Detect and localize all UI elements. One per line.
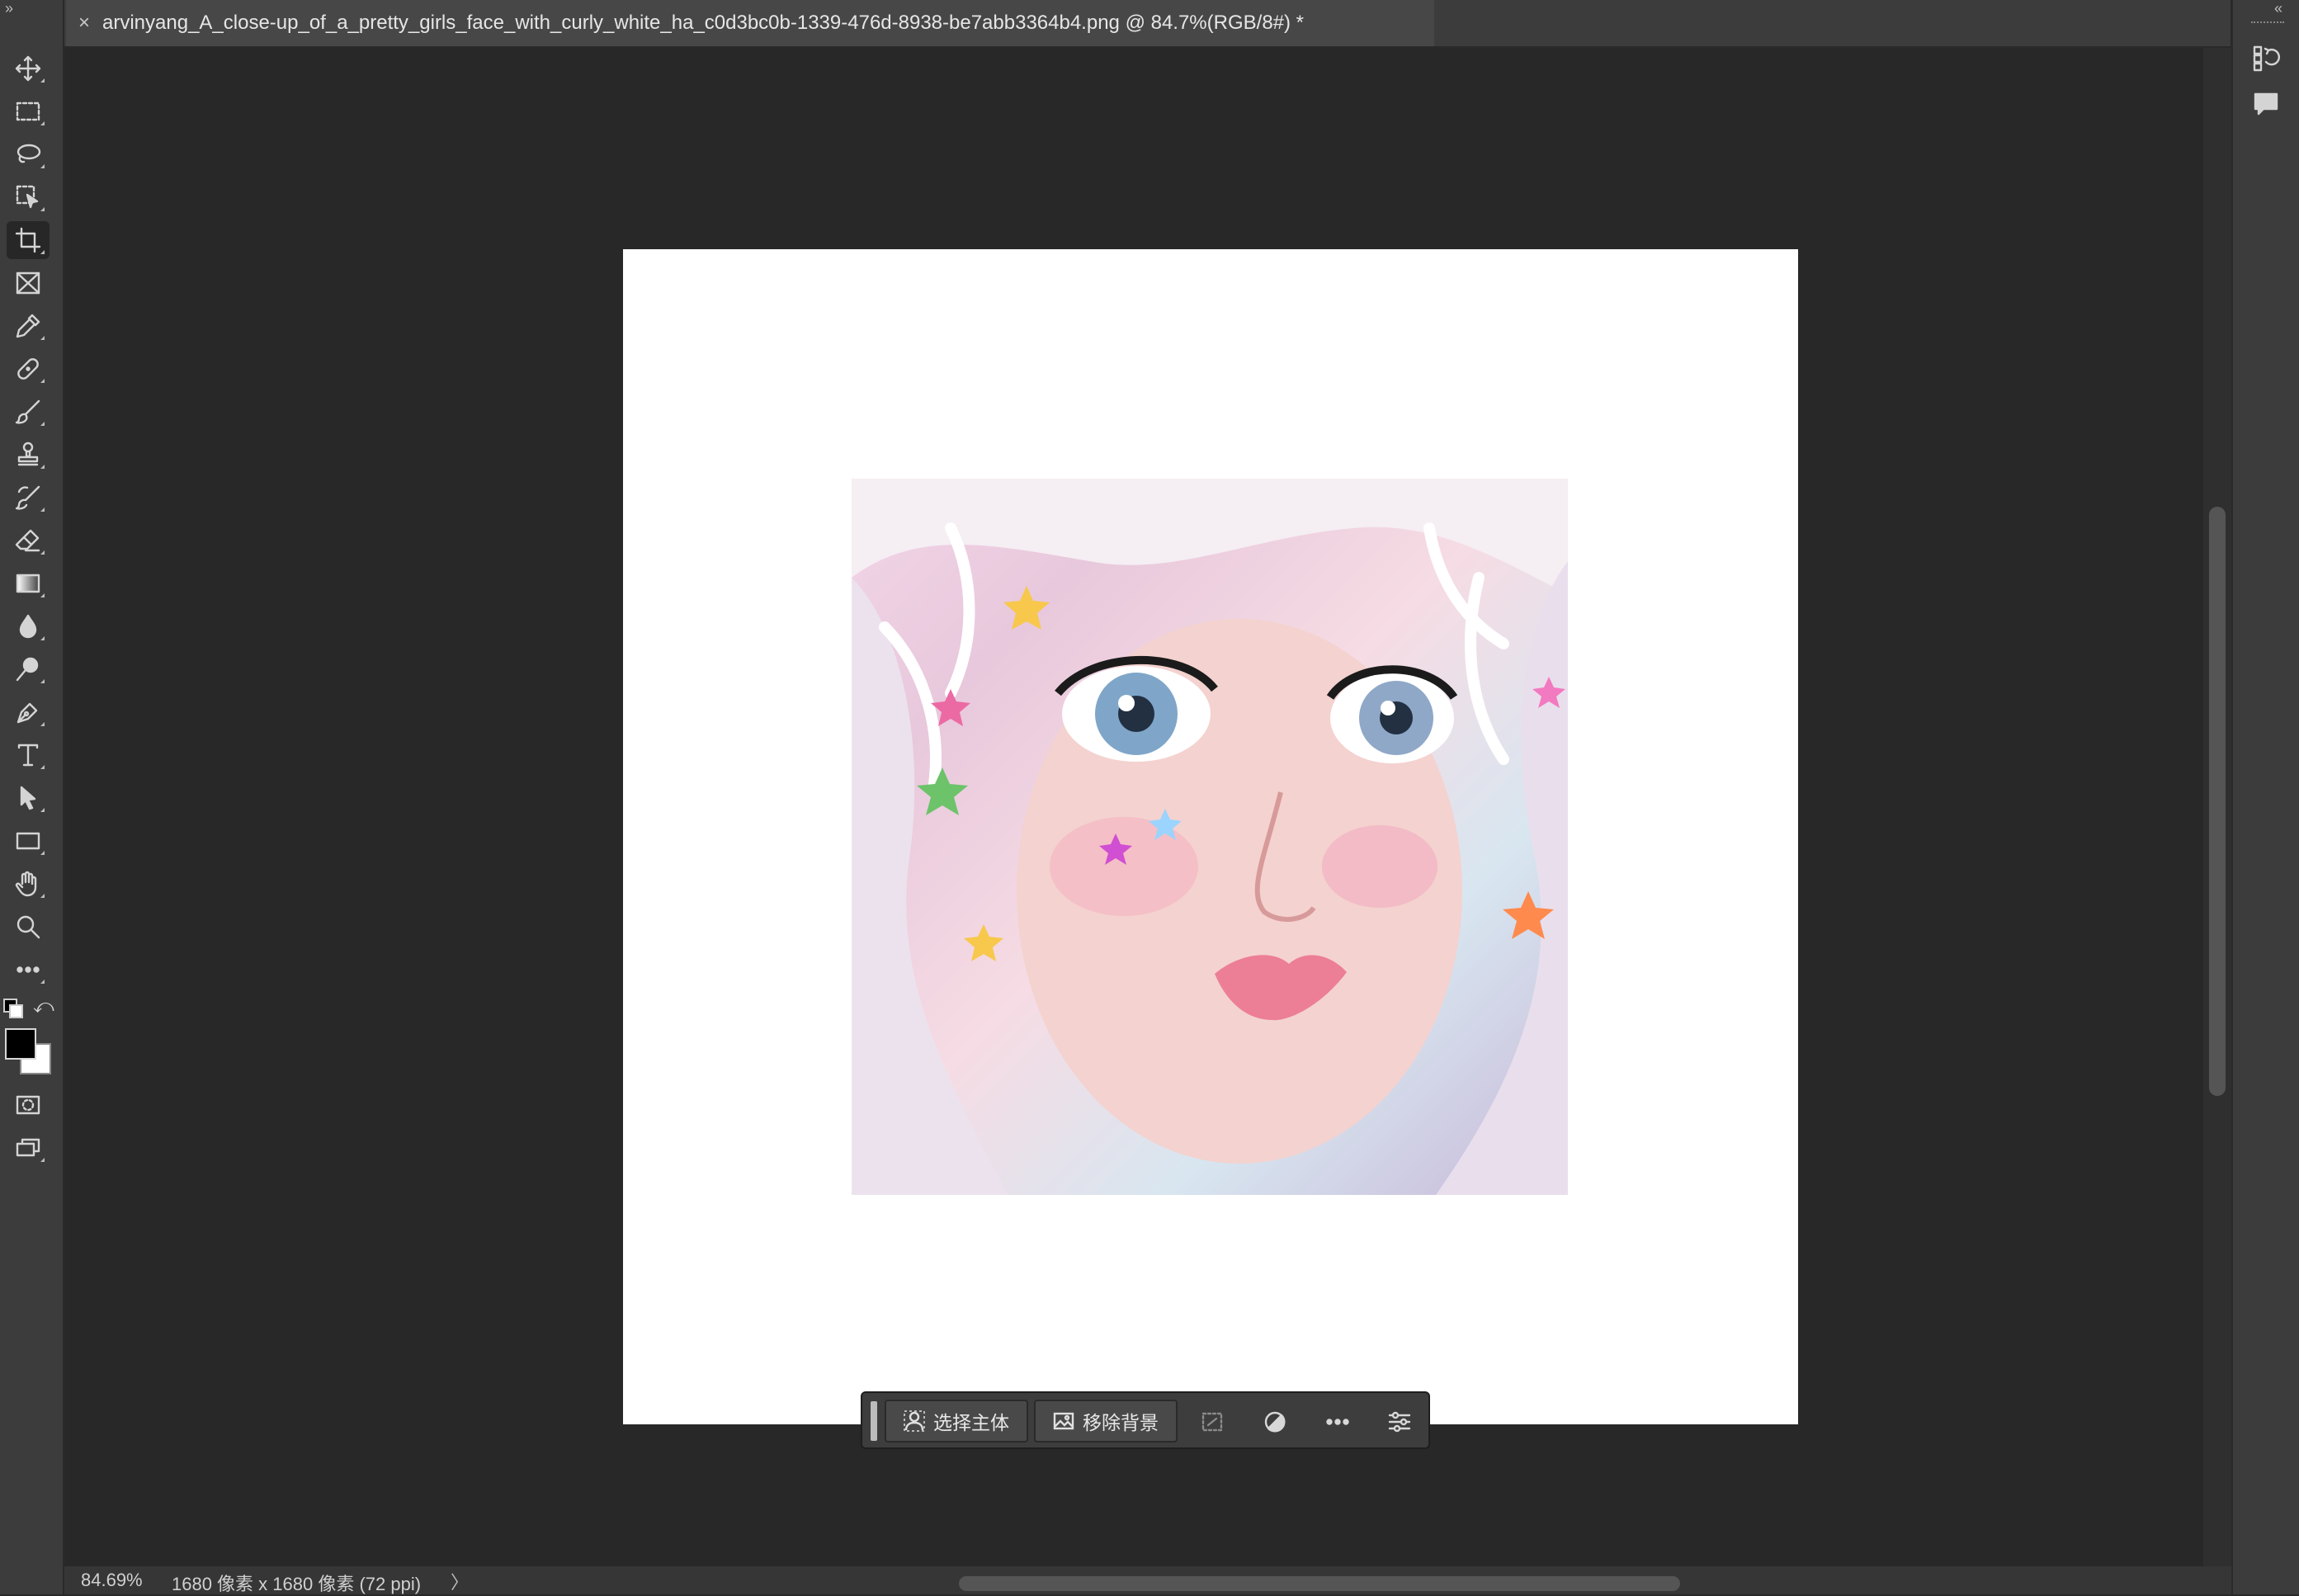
dodge-tool[interactable] [7,650,50,688]
crop-icon [15,227,41,253]
collapse-panel-icon[interactable]: « [2274,0,2282,17]
healing-brush-tool[interactable] [7,350,50,388]
hand-tool[interactable] [7,865,50,903]
brush-tool[interactable] [7,393,50,431]
contrast-icon [1264,1411,1286,1433]
transform-selection-button[interactable] [1195,1405,1230,1439]
image-icon [1053,1412,1074,1430]
object-selection-icon [16,185,39,209]
object-selection-tool[interactable] [7,178,50,216]
screen-mode-button[interactable] [7,1129,50,1167]
history-panel-button[interactable] [2249,41,2282,74]
more-options-button[interactable] [1320,1405,1355,1439]
ellipsis-icon [17,966,40,973]
ellipsis-icon [1326,1419,1349,1425]
arrow-icon [20,786,36,810]
contextual-task-bar: 选择主体 移除背景 [861,1391,1430,1449]
move-icon [15,55,41,82]
type-tool[interactable] [7,736,50,774]
eraser-icon [15,529,40,552]
more-tools[interactable] [7,951,50,989]
gradient-icon [16,574,40,593]
history-brush-tool[interactable] [7,479,50,517]
sliders-icon [1388,1411,1411,1433]
marquee-tool[interactable] [7,92,50,130]
task-bar-grip[interactable] [871,1401,877,1441]
comments-panel-button[interactable] [2249,87,2282,120]
screen-mode-icon [16,1138,40,1157]
remove-background-label: 移除背景 [1083,1412,1159,1433]
blur-tool[interactable] [7,607,50,645]
close-tab-icon[interactable]: × [66,12,102,35]
quick-mask-button[interactable] [7,1086,50,1124]
drop-icon [19,614,37,639]
document-tab[interactable]: × arvinyang_A_close-up_of_a_pretty_girls… [66,0,1434,46]
document-info: 1680 像素 x 1680 像素 (72 ppi) [172,1574,422,1594]
status-bar: 84.69% 1680 像素 x 1680 像素 (72 ppi) 〉 [64,1566,2231,1594]
document-canvas[interactable] [623,249,1798,1424]
rectangular-marquee-icon [16,102,40,121]
move-tool[interactable] [7,50,50,87]
adjustment-button[interactable] [1258,1405,1292,1439]
task-bar-settings-button[interactable] [1382,1405,1417,1439]
bandage-icon [17,358,39,380]
gradient-tool[interactable] [7,564,50,602]
panel-grip[interactable] [2251,21,2284,26]
eyedropper-tool[interactable] [7,307,50,345]
default-colors-icon[interactable] [3,999,23,1018]
brush-icon [15,399,40,424]
lasso-icon [17,144,41,163]
rectangle-icon [16,832,40,850]
swap-colors-icon[interactable]: ⤺ [33,995,54,1018]
right-panel-dock: « [2231,0,2299,1594]
person-icon [904,1410,925,1432]
rectangle-tool[interactable] [7,822,50,860]
comment-icon [2254,92,2278,116]
pen-tool[interactable] [7,693,50,731]
status-menu-arrow-icon[interactable]: 〉 [451,1568,469,1594]
frame-icon [16,272,40,295]
eyedropper-icon [16,314,40,338]
clone-stamp-tool[interactable] [7,436,50,474]
quick-mask-icon [16,1095,40,1115]
path-selection-tool[interactable] [7,779,50,817]
zoom-level[interactable]: 84.69% [81,1570,143,1591]
vertical-scroll-thumb[interactable] [2209,507,2226,1096]
collapse-toolbar-icon[interactable]: » [5,0,13,17]
stamp-icon [17,441,39,466]
select-subject-button[interactable]: 选择主体 [885,1400,1028,1443]
artwork-image [852,479,1568,1195]
document-tab-title: arvinyang_A_close-up_of_a_pretty_girls_f… [102,12,1305,34]
crop-tool[interactable] [7,221,50,259]
select-subject-label: 选择主体 [933,1412,1009,1433]
dodge-icon [16,657,39,682]
history-icon [2253,45,2280,72]
lasso-tool[interactable] [7,135,50,173]
vertical-scrollbar[interactable] [2203,48,2231,1566]
type-icon [17,744,39,767]
remove-background-button[interactable]: 移除背景 [1034,1400,1178,1443]
pen-icon [17,702,38,724]
zoom-tool[interactable] [7,908,50,946]
transform-icon [1201,1412,1223,1432]
horizontal-scroll-thumb[interactable] [959,1576,1680,1591]
document-tab-bar: × arvinyang_A_close-up_of_a_pretty_girls… [64,0,2231,48]
hand-icon [15,871,37,897]
history-brush-icon [15,485,40,510]
magnifier-icon [17,915,40,939]
tools-panel: » ⤺ [0,0,64,1594]
frame-tool[interactable] [7,264,50,302]
foreground-color-swatch[interactable] [5,1028,36,1060]
canvas-workspace[interactable] [64,48,2202,1565]
eraser-tool[interactable] [7,522,50,560]
